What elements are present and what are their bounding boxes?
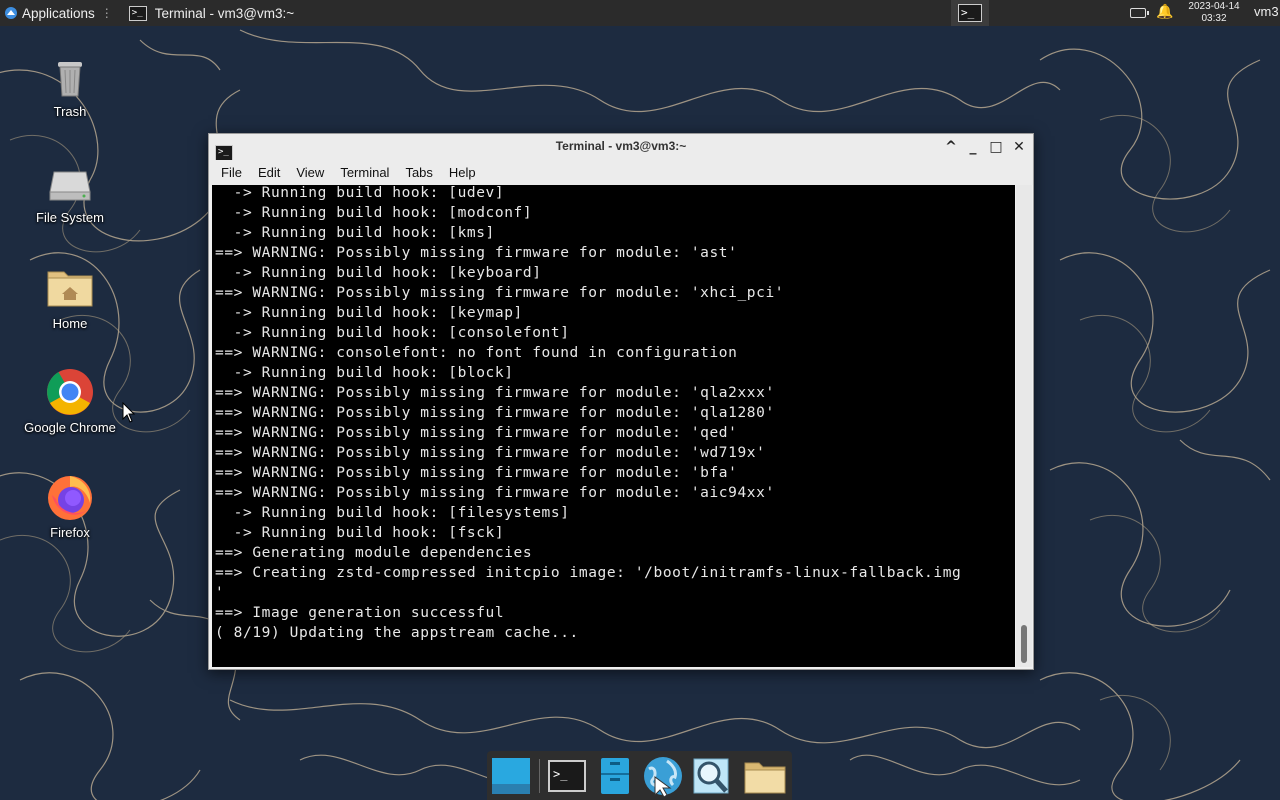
menu-terminal[interactable]: Terminal [332, 165, 397, 180]
terminal-line: ==> WARNING: Possibly missing firmware f… [215, 385, 775, 401]
close-button[interactable]: ✕ [1009, 137, 1029, 157]
dock-folder-button[interactable] [743, 755, 787, 797]
terminal-window[interactable]: >_ Terminal - vm3@vm3:~ ^ _ □ ✕ File Edi… [208, 133, 1034, 670]
web-browser-icon [644, 757, 682, 797]
taskbar-terminal-label: Terminal - vm3@vm3:~ [154, 5, 295, 21]
home-folder-icon [46, 264, 94, 312]
terminal-line: ==> WARNING: Possibly missing firmware f… [215, 445, 766, 461]
desktop-icon-label: Google Chrome [24, 420, 116, 435]
show-desktop-button[interactable] [489, 755, 533, 797]
terminal-line: ' [215, 585, 225, 601]
dock-web-browser-button[interactable] [641, 755, 685, 797]
taskbar-terminal-button[interactable]: >_ Terminal - vm3@vm3:~ [121, 0, 302, 26]
terminal-lines: -> Running build hook: [udev] -> Running… [215, 185, 961, 643]
scrollbar-thumb[interactable] [1021, 625, 1027, 663]
notification-bell-icon[interactable]: 🔔 [1156, 4, 1173, 20]
terminal-output[interactable]: -> Running build hook: [udev] -> Running… [212, 185, 1015, 667]
terminal-line: ==> Image generation successful [215, 605, 505, 621]
applications-menu-button[interactable]: Applications ⋮ [0, 0, 117, 26]
chrome-icon [46, 368, 94, 416]
terminal-line: ==> WARNING: Possibly missing firmware f… [215, 425, 738, 441]
desktop-icon-label: Home [52, 316, 88, 331]
dock-file-manager-button[interactable] [593, 755, 637, 797]
terminal-scrollbar[interactable] [1016, 185, 1032, 667]
terminal-line: ==> WARNING: Possibly missing firmware f… [215, 485, 775, 501]
drive-icon [46, 158, 94, 206]
panel-separator-icon: ⋮ [100, 6, 113, 20]
menu-view[interactable]: View [288, 165, 332, 180]
terminal-line: -> Running build hook: [modconf] [215, 205, 533, 221]
dock-terminal-button[interactable]: >_ [545, 755, 589, 797]
terminal-line: -> Running build hook: [udev] [215, 185, 505, 201]
dock-separator [539, 759, 540, 793]
folder-icon [744, 762, 786, 794]
tray-terminal-button[interactable]: >_ [951, 0, 989, 26]
menu-file[interactable]: File [213, 165, 250, 180]
terminal-line: ( 8/19) Updating the appstream cache... [215, 625, 579, 641]
terminal-line: ==> WARNING: Possibly missing firmware f… [215, 405, 775, 421]
terminal-line: ==> Creating zstd-compressed initcpio im… [215, 565, 962, 581]
desktop-icon-label: Trash [53, 104, 87, 119]
dock-app-finder-button[interactable] [689, 755, 733, 797]
desktop-icon-trash[interactable]: Trash [15, 52, 125, 119]
menu-edit[interactable]: Edit [250, 165, 288, 180]
show-desktop-icon [492, 758, 530, 794]
desktop-icon-home[interactable]: Home [15, 264, 125, 331]
terminal-line: -> Running build hook: [keymap] [215, 305, 523, 321]
terminal-icon: >_ [958, 4, 982, 22]
terminal-icon: >_ [128, 5, 147, 21]
firefox-icon [46, 473, 94, 521]
clock-time: 03:32 [1201, 12, 1227, 24]
shade-button[interactable]: ^ [941, 137, 961, 157]
desktop-icon-google-chrome[interactable]: Google Chrome [15, 368, 125, 435]
desktop-icon-file-system[interactable]: File System [15, 158, 125, 225]
terminal-icon: >_ [548, 760, 586, 792]
panel-clock[interactable]: 2023-04-14 03:32 [1183, 1, 1245, 24]
maximize-button[interactable]: □ [986, 137, 1006, 157]
menu-bar: File Edit View Terminal Tabs Help [209, 160, 1033, 185]
terminal-line: ==> WARNING: Possibly missing firmware f… [215, 245, 738, 261]
terminal-line: -> Running build hook: [fsck] [215, 525, 505, 541]
app-finder-icon [693, 758, 729, 794]
bottom-dock: >_ [487, 751, 792, 800]
clock-date: 2023-04-14 [1188, 1, 1240, 12]
user-menu[interactable]: vm3 [1254, 4, 1279, 19]
top-panel: Applications ⋮ >_ Terminal - vm3@vm3:~ >… [0, 0, 1280, 26]
battery-icon[interactable] [1130, 8, 1149, 18]
window-title: Terminal - vm3@vm3:~ [555, 139, 687, 153]
terminal-line: -> Running build hook: [consolefont] [215, 325, 570, 341]
terminal-line: -> Running build hook: [block] [215, 365, 514, 381]
terminal-line: ==> Generating module dependencies [215, 545, 533, 561]
terminal-line: -> Running build hook: [keyboard] [215, 265, 542, 281]
terminal-line: ==> WARNING: Possibly missing firmware f… [215, 465, 738, 481]
terminal-line: -> Running build hook: [kms] [215, 225, 495, 241]
terminal-line: ==> WARNING: consolefont: no font found … [215, 345, 738, 361]
desktop-icon-label: File System [36, 210, 104, 225]
window-titlebar[interactable]: >_ Terminal - vm3@vm3:~ ^ _ □ ✕ [209, 134, 1033, 161]
desktop-icon-label: Firefox [50, 525, 90, 540]
desktop-icon-firefox[interactable]: Firefox [15, 473, 125, 540]
terminal-line: ==> WARNING: Possibly missing firmware f… [215, 285, 785, 301]
xfce-logo-icon [4, 6, 18, 20]
applications-label: Applications [22, 5, 95, 21]
svg-text:>_: >_ [553, 767, 568, 781]
terminal-line: -> Running build hook: [filesystems] [215, 505, 570, 521]
minimize-button[interactable]: _ [963, 137, 983, 157]
trash-icon [46, 52, 94, 100]
menu-help[interactable]: Help [441, 165, 484, 180]
mouse-cursor-icon [122, 401, 136, 428]
file-manager-icon [601, 758, 629, 794]
menu-tabs[interactable]: Tabs [397, 165, 440, 180]
